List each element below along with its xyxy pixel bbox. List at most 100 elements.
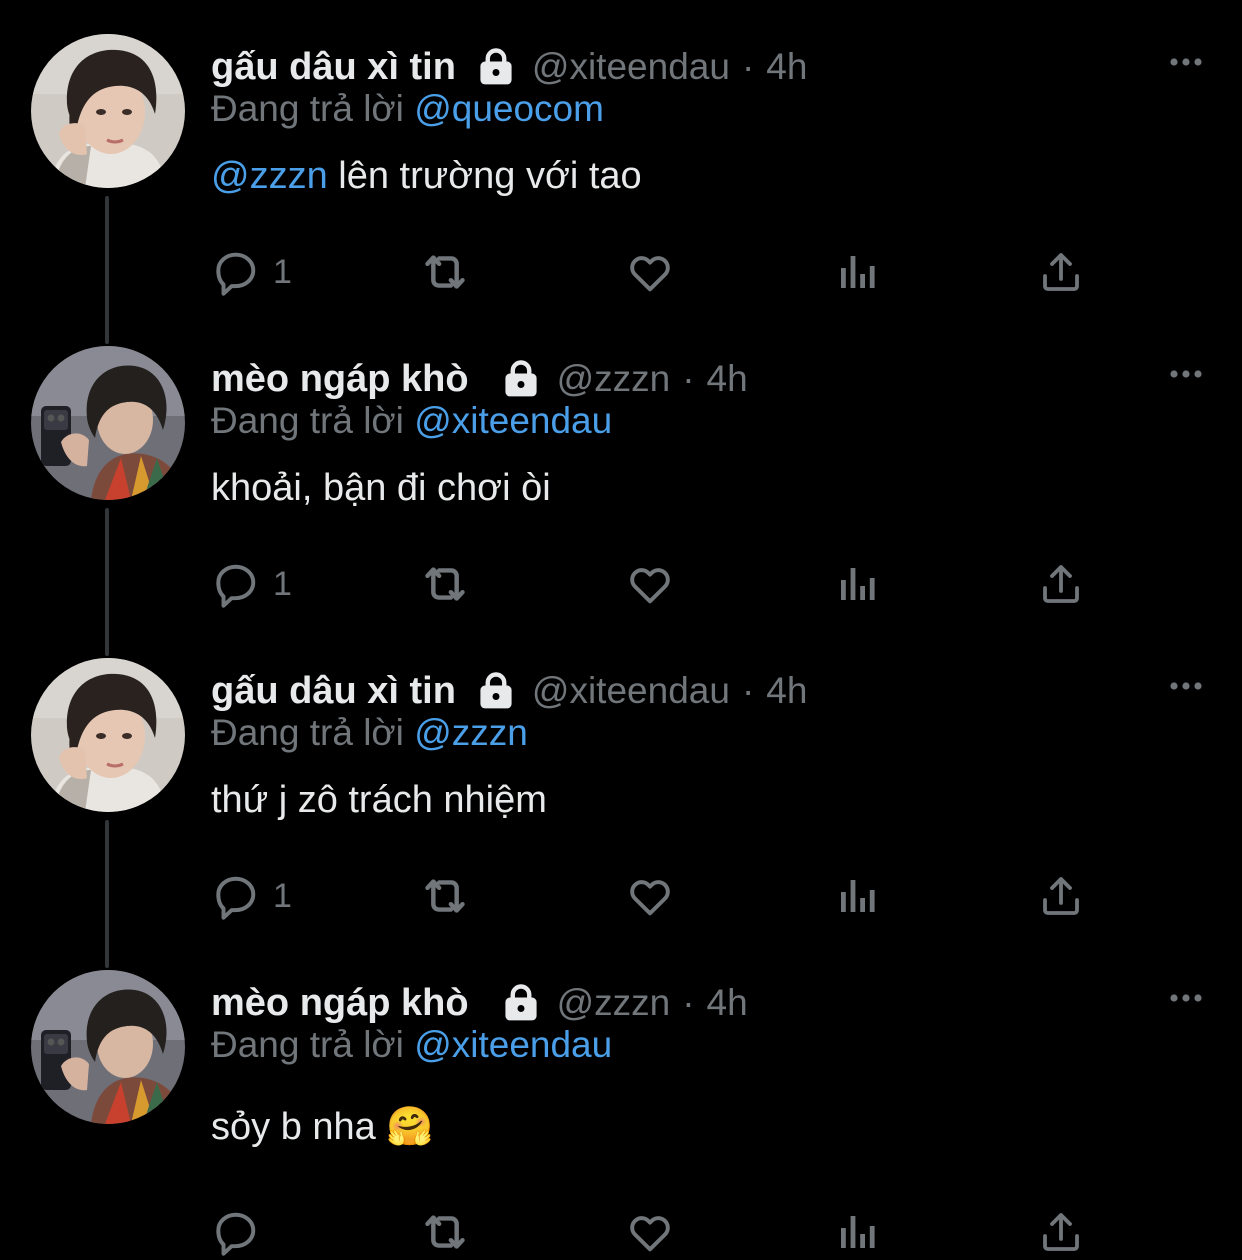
tweet[interactable]: mèo ngáp khò @zzzn · 4h Đang trả lời @xi…: [0, 312, 1242, 624]
handle[interactable]: @xiteendau: [532, 46, 730, 88]
views-button[interactable]: [833, 556, 881, 612]
reply-count: 1: [273, 876, 292, 915]
reply-count: 1: [273, 252, 292, 291]
replying-to-label: Đang trả lời: [211, 1024, 404, 1065]
like-button[interactable]: [625, 1204, 675, 1260]
reply-icon: [211, 871, 261, 921]
display-name[interactable]: gấu dâu xì tin: [211, 670, 456, 713]
timestamp[interactable]: 4h: [766, 46, 807, 88]
views-button[interactable]: [833, 1204, 881, 1260]
replying-to-mention[interactable]: @queocom: [414, 88, 604, 129]
views-button[interactable]: [833, 868, 881, 924]
reply-count: 1: [273, 564, 292, 603]
replying-to: Đang trả lời @xiteendau: [211, 400, 612, 442]
views-icon: [833, 560, 881, 608]
reply-icon: [211, 1207, 261, 1257]
like-icon: [625, 559, 675, 609]
replying-to-label: Đang trả lời: [211, 88, 404, 129]
share-icon: [1037, 560, 1085, 608]
action-bar: 1: [211, 868, 1111, 924]
reply-button[interactable]: 1: [211, 556, 292, 612]
lock-icon: [474, 45, 518, 89]
retweet-icon: [417, 244, 473, 300]
body-text: lên trường với tao: [327, 155, 642, 197]
reply-button[interactable]: 1: [211, 868, 292, 924]
replying-to-mention[interactable]: @xiteendau: [414, 400, 612, 441]
timestamp[interactable]: 4h: [707, 358, 748, 400]
retweet-icon: [417, 556, 473, 612]
avatar[interactable]: [31, 346, 185, 500]
timestamp[interactable]: 4h: [707, 982, 748, 1024]
tweet-text: @zzzn lên trường với tao: [211, 155, 642, 198]
avatar[interactable]: [31, 658, 185, 812]
replying-to: Đang trả lời @xiteendau: [211, 1024, 612, 1066]
separator: ·: [682, 982, 695, 1023]
more-icon[interactable]: [1166, 674, 1206, 698]
replying-to-mention[interactable]: @zzzn: [414, 712, 528, 753]
tweet-text: khoải, bận đi chơi òi: [211, 467, 551, 510]
handle[interactable]: @zzzn: [557, 982, 671, 1024]
action-bar: 1: [211, 556, 1111, 612]
retweet-button[interactable]: [417, 556, 473, 612]
replying-to-label: Đang trả lời: [211, 712, 404, 753]
separator: ·: [741, 670, 755, 711]
avatar[interactable]: [31, 970, 185, 1124]
display-name[interactable]: mèo ngáp khò: [211, 982, 469, 1025]
more-icon[interactable]: [1166, 50, 1206, 74]
avatar-image: [31, 970, 185, 1124]
lock-icon: [499, 357, 543, 401]
display-name[interactable]: gấu dâu xì tin: [211, 46, 456, 89]
handle[interactable]: @xiteendau: [532, 670, 730, 712]
share-button[interactable]: [1037, 556, 1085, 612]
body-mention[interactable]: @zzzn: [211, 155, 328, 197]
hugging-face-emoji: 🤗: [386, 1104, 434, 1148]
like-button[interactable]: [625, 556, 675, 612]
retweet-icon: [417, 868, 473, 924]
timestamp[interactable]: 4h: [766, 670, 807, 712]
share-icon: [1037, 872, 1085, 920]
reply-icon: [211, 559, 261, 609]
share-button[interactable]: [1037, 868, 1085, 924]
reply-button[interactable]: 1: [211, 244, 292, 300]
separator: ·: [741, 46, 755, 87]
separator: ·: [682, 358, 695, 399]
more-icon[interactable]: [1166, 362, 1206, 386]
like-button[interactable]: [625, 868, 675, 924]
retweet-button[interactable]: [417, 244, 473, 300]
tweet-text: thứ j zô trách nhiệm: [211, 779, 547, 822]
lock-icon: [474, 669, 518, 713]
replying-to: Đang trả lời @zzzn: [211, 712, 528, 754]
views-icon: [833, 872, 881, 920]
retweet-button[interactable]: [417, 1204, 473, 1260]
reply-button[interactable]: [211, 1204, 273, 1260]
avatar-image: [31, 658, 185, 812]
views-icon: [833, 248, 881, 296]
replying-to-label: Đang trả lời: [211, 400, 404, 441]
replying-to: Đang trả lời @queocom: [211, 88, 604, 130]
avatar-image: [31, 346, 185, 500]
replying-to-mention[interactable]: @xiteendau: [414, 1024, 612, 1065]
body-text: khoải, bận đi chơi òi: [211, 467, 551, 509]
views-button[interactable]: [833, 244, 881, 300]
lock-icon: [499, 981, 543, 1025]
retweet-button[interactable]: [417, 868, 473, 924]
like-icon: [625, 247, 675, 297]
tweet[interactable]: gấu dâu xì tin @xiteendau · 4h Đang trả …: [0, 624, 1242, 936]
tweet[interactable]: gấu dâu xì tin @xiteendau · 4h Đang trả …: [0, 0, 1242, 312]
tweet-text: sỏy b nha 🤗: [211, 1104, 434, 1149]
share-icon: [1037, 248, 1085, 296]
like-button[interactable]: [625, 244, 675, 300]
retweet-icon: [417, 1204, 473, 1260]
views-icon: [833, 1208, 881, 1256]
reply-icon: [211, 247, 261, 297]
avatar[interactable]: [31, 34, 185, 188]
share-button[interactable]: [1037, 1204, 1085, 1260]
more-icon[interactable]: [1166, 986, 1206, 1010]
tweet[interactable]: mèo ngáp khò @zzzn · 4h Đang trả lời @xi…: [0, 936, 1242, 1248]
handle[interactable]: @zzzn: [557, 358, 671, 400]
like-icon: [625, 871, 675, 921]
display-name[interactable]: mèo ngáp khò: [211, 358, 469, 401]
body-text: sỏy b nha: [211, 1106, 387, 1148]
action-bar: 1: [211, 244, 1111, 300]
share-button[interactable]: [1037, 244, 1085, 300]
